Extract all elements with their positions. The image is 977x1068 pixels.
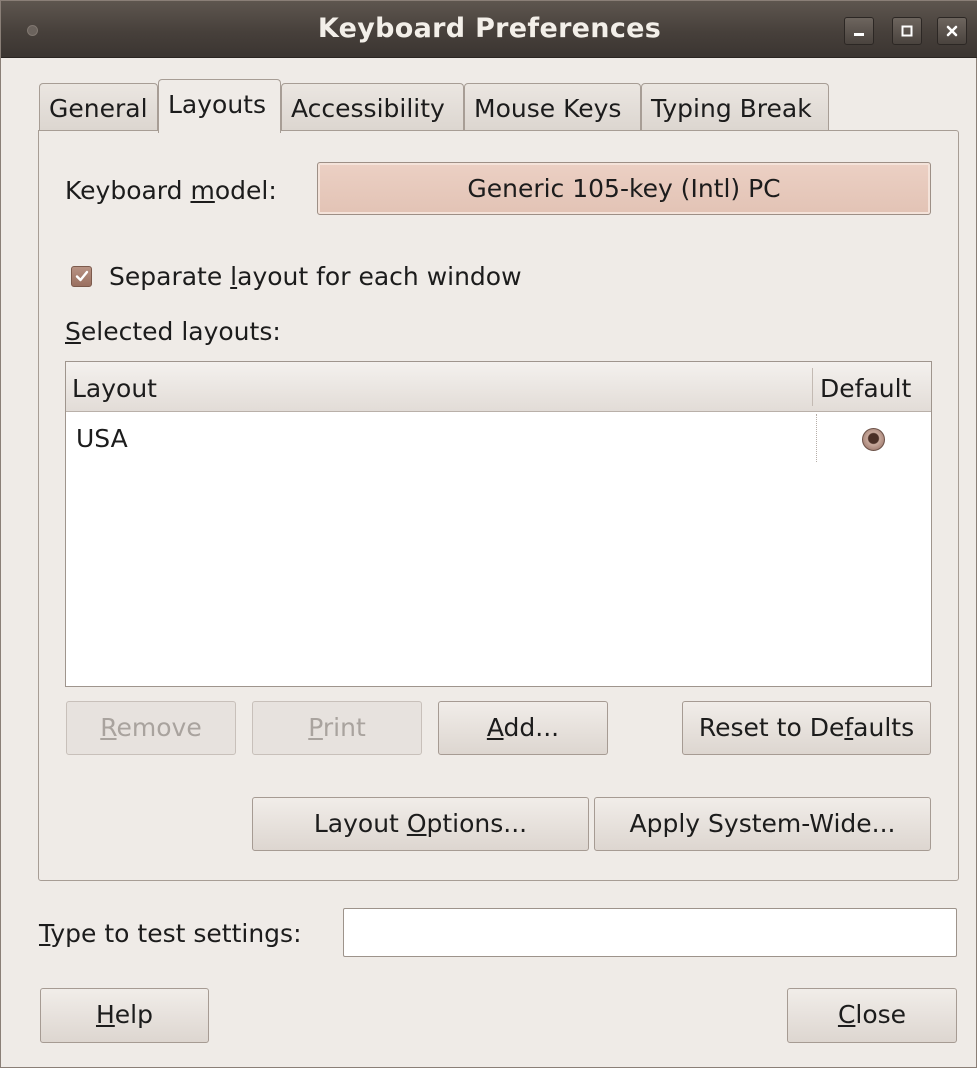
column-header-default[interactable]: Default [820, 374, 911, 403]
minimize-button[interactable] [844, 17, 874, 45]
remove-button[interactable]: Remove [66, 701, 236, 755]
column-header-layout[interactable]: Layout [72, 374, 157, 403]
help-button[interactable]: Help [40, 988, 209, 1043]
selected-layouts-label: Selected layouts: [65, 317, 281, 346]
list-header: Layout Default [66, 362, 931, 412]
layout-options-button[interactable]: Layout Options... [252, 797, 589, 851]
maximize-icon [901, 25, 913, 37]
tab-mouse-keys[interactable]: Mouse Keys [464, 83, 641, 130]
close-icon [946, 25, 958, 37]
separate-layout-label[interactable]: Separate layout for each window [109, 262, 522, 291]
keyboard-model-label: Keyboard model: [65, 176, 277, 205]
selected-layouts-list[interactable]: Layout Default USA [65, 361, 932, 687]
print-button[interactable]: Print [252, 701, 422, 755]
close-window-button[interactable] [937, 17, 967, 45]
window-title: Keyboard Preferences [317, 13, 662, 44]
close-button[interactable]: Close [787, 988, 957, 1043]
keyboard-model-button[interactable]: Generic 105-key (Intl) PC [317, 162, 931, 215]
test-settings-input[interactable] [343, 908, 957, 957]
checkmark-icon [75, 270, 89, 282]
minimize-icon [854, 33, 864, 36]
keyboard-preferences-window: Keyboard Preferences General Layouts Acc… [0, 0, 977, 1068]
separate-layout-checkbox[interactable] [71, 266, 92, 287]
column-separator [816, 414, 817, 462]
reset-to-defaults-button[interactable]: Reset to Defaults [682, 701, 931, 755]
tab-typing-break[interactable]: Typing Break [641, 83, 829, 130]
test-settings-label: Type to test settings: [39, 919, 302, 948]
add-button[interactable]: Add... [438, 701, 608, 755]
tab-layouts[interactable]: Layouts [158, 79, 281, 133]
title-bar[interactable]: Keyboard Preferences [1, 1, 977, 58]
layout-cell: USA [76, 424, 128, 453]
tab-general[interactable]: General [39, 83, 158, 130]
maximize-button[interactable] [892, 17, 922, 45]
column-separator [812, 368, 813, 406]
default-radio[interactable] [862, 428, 885, 451]
tab-accessibility[interactable]: Accessibility [281, 83, 464, 130]
apply-system-wide-button[interactable]: Apply System-Wide... [594, 797, 931, 851]
